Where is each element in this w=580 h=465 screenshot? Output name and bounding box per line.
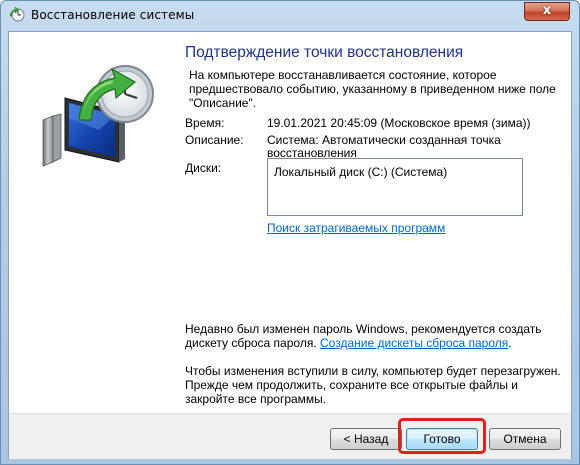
password-notice-text: дискету сброса пароля. [185, 336, 317, 350]
disks-label: Диски: [185, 161, 222, 175]
description-label: Описание: [185, 133, 244, 147]
scan-affected-programs-link[interactable]: Поиск затрагиваемых программ [267, 221, 445, 236]
restart-notice-line-2: Прежде чем продолжить, сохраните все отк… [185, 378, 518, 392]
window-title: Восстановление системы [31, 8, 195, 22]
time-value: 19.01.2021 20:45:09 (Московское время (з… [267, 116, 531, 130]
system-restore-icon [9, 7, 25, 22]
time-label: Время: [185, 116, 225, 130]
create-password-reset-disk-link[interactable]: Создание дискеты сброса пароля [320, 336, 508, 350]
restart-notice-line-3: закройте все программы. [185, 392, 327, 406]
dialog-client-area: Подтверждение точки восстановления На ко… [8, 31, 572, 459]
intro-line-3: "Описание". [189, 96, 257, 110]
password-notice-line-1: Недавно был изменен пароль Windows, реко… [185, 322, 542, 336]
disks-list[interactable]: Локальный диск (C:) (Система) [267, 158, 523, 216]
close-button[interactable]: x [524, 2, 570, 21]
system-restore-computer-clock-icon [42, 65, 154, 167]
password-notice-line-2: дискету сброса пароля. Создание дискеты … [185, 336, 512, 351]
list-item[interactable]: Локальный диск (C:) (Система) [274, 165, 447, 179]
intro-line-1: На компьютере восстанавливается состояни… [189, 68, 497, 82]
system-restore-window: Восстановление системы x Подтверждение т… [0, 0, 580, 465]
cancel-button[interactable]: Отмена [489, 428, 561, 450]
intro-line-2: предшествовало событию, указанному в при… [189, 82, 556, 96]
restart-notice-line-1: Чтобы изменения вступили в силу, компьют… [185, 364, 561, 378]
button-bar: < Назад Готово Отмена [9, 413, 571, 459]
page-title: Подтверждение точки восстановления [185, 44, 464, 61]
back-button[interactable]: < Назад [330, 428, 402, 450]
close-icon: x [542, 3, 552, 18]
title-bar[interactable]: Восстановление системы x [1, 1, 579, 31]
password-notice-period: . [508, 336, 512, 350]
finish-button-highlight [398, 418, 486, 454]
